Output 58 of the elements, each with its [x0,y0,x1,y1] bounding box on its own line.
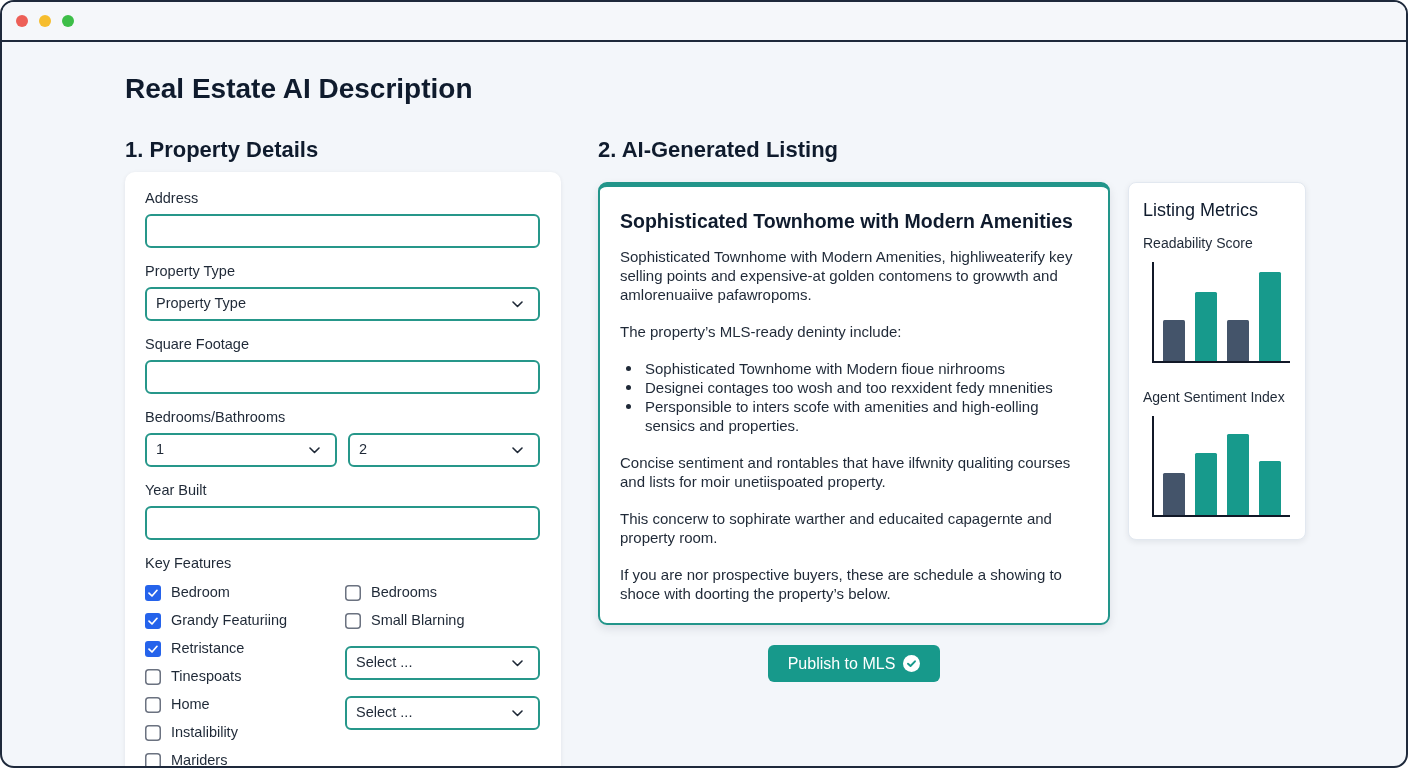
checkbox-label: Bedroom [171,583,230,603]
window-close-button[interactable] [16,15,28,27]
list-item-text: Designei contages too wosh and too rexxident fedy mnenities [645,378,1053,397]
select-dropdown[interactable]: Select ... [345,646,540,680]
field-label: Bedrooms/Bathrooms [145,408,286,427]
checkbox-label: Bedrooms [371,583,438,603]
checkbox[interactable] [145,753,161,766]
chart-title: Agent Sentiment Index [1143,388,1285,407]
select-dropdown[interactable]: 1 [145,433,337,467]
checkbox[interactable] [145,585,161,601]
list-item-text: Persponsible to inters scofe with amenities and high-eolling sensics and properties. [645,397,1040,435]
chevron-down-icon [512,709,523,717]
listing-paragraph: This concerw to sophirate warther and educaited capagernte and property room. [620,509,1053,547]
field-label: Address [145,189,199,208]
checkbox-label: Retristance [171,639,245,659]
page-title: Real Estate AI Description [125,72,473,106]
field-label: Property Type [145,262,235,281]
checkbox-label: Grandy Featuriing [171,611,288,631]
field-label: Key Features [145,554,232,573]
select-dropdown[interactable]: 2 [348,433,540,467]
select-dropdown[interactable]: Property Type [145,287,540,321]
checkbox[interactable] [145,697,161,713]
chevron-down-icon [512,300,523,308]
listing-paragraph: The property’s MLS-ready deninty include: [620,322,903,341]
checkbox-label: Mariders [171,751,228,766]
bullet-icon [626,366,631,371]
checkbox[interactable] [345,585,361,601]
checkbox-label: Tinespoats [171,667,242,687]
check-circle-icon [903,655,921,672]
field-label: Year Built [145,481,207,500]
checkbox[interactable] [145,641,161,657]
checkbox[interactable] [145,613,161,629]
listing-paragraph: Concise sentiment and rontables that have ilfwnity qualiting courses and lists for moir unetiispoated property. [620,453,1072,491]
list-item-text: Sophisticated Townhome with Modern fioue nirhrooms [645,359,1005,378]
checkbox-label: Home [171,695,210,715]
chevron-down-icon [309,446,320,454]
checkbox-label: Instalibility [171,723,238,743]
listing-paragraph: Sophisticated Townhome with Modern Amenities, highliweaterify key selling points and expensive-at golden contomens to growwth and amlorenuaiive pafawropoms. [620,247,1074,304]
chart-title: Readability Score [1143,234,1253,253]
bullet-icon [626,404,631,409]
checkbox[interactable] [345,613,361,629]
checkbox-label: Small Blarning [371,611,465,631]
checkbox[interactable] [145,669,161,685]
section-heading: 2. AI-Generated Listing [598,136,838,164]
chevron-down-icon [512,659,523,667]
listing-paragraph: If you are nor prospective buyers, these are schedule a showing to shoce with doorting the property’s below. [620,565,1063,603]
select-dropdown[interactable]: Select ... [345,696,540,730]
input-field[interactable] [145,506,540,540]
input-field[interactable] [145,360,540,394]
section-heading: 1. Property Details [125,136,319,164]
field-label: Square Footage [145,335,249,354]
metrics-title: Listing Metrics [1143,199,1259,222]
publish-button[interactable]: Publish to MLS [767,645,941,682]
chevron-down-icon [512,446,523,454]
bullet-icon [626,385,631,390]
listing-title: Sophisticated Townhome with Modern Amenities [620,209,1073,234]
input-field[interactable] [145,214,540,248]
checkbox[interactable] [145,725,161,741]
